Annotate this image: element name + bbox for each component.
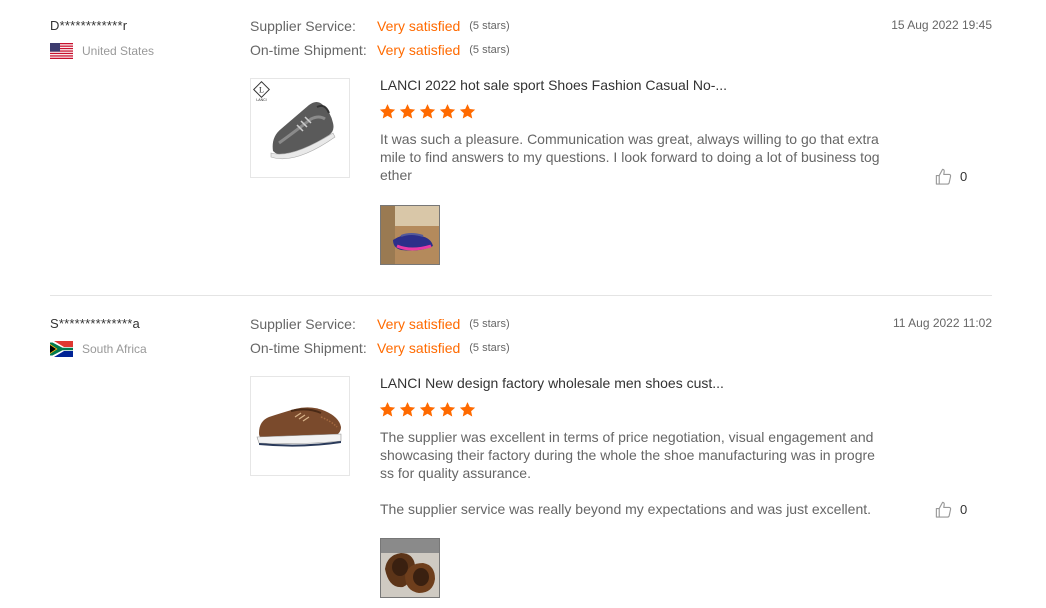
review-photo[interactable] [380,538,440,598]
star-icon [379,104,396,119]
star-icon [419,402,436,417]
rating-stars-text: (5 stars) [469,44,510,56]
star-rating [379,103,479,120]
star-icon [439,104,456,119]
review-paragraph: The supplier was excellent in terms of p… [380,429,875,481]
supplier-service-rating: Supplier Service: Very satisfied (5 star… [250,315,510,333]
review-text: It was such a pleasure. Communication wa… [380,130,880,184]
review-item: S**************a South Africa Supplier S… [0,298,1046,608]
thumbs-up-icon [935,168,952,185]
rating-value: Very satisfied [377,340,461,356]
like-count: 0 [960,502,968,517]
review-divider [50,295,992,296]
star-icon [399,104,416,119]
svg-text:LANCI: LANCI [256,98,266,102]
country-name: South Africa [82,342,147,356]
rating-label: On-time Shipment: [250,42,367,58]
star-icon [459,104,476,119]
us-flag-icon [50,43,73,59]
za-flag-icon [50,341,73,357]
rating-stars-text: (5 stars) [469,318,510,330]
review-paragraph: It was such a pleasure. Communication wa… [380,131,880,183]
like-button[interactable]: 0 [934,167,967,186]
product-title-link[interactable]: LANCI 2022 hot sale sport Shoes Fashion … [380,77,727,93]
supplier-service-rating: Supplier Service: Very satisfied (5 star… [250,17,510,35]
review-paragraph: The supplier service was really beyond m… [380,501,872,517]
rating-stars-text: (5 stars) [469,342,510,354]
star-icon [379,402,396,417]
reviewer-name: D************r [50,18,128,33]
review-photo[interactable] [380,205,440,265]
rating-label: Supplier Service: [250,18,356,34]
review-date: 11 Aug 2022 11:02 [893,316,992,330]
star-icon [439,402,456,417]
on-time-shipment-rating: On-time Shipment: Very satisfied (5 star… [250,41,510,59]
rating-value: Very satisfied [377,42,461,58]
rating-label: On-time Shipment: [250,340,367,356]
product-thumbnail[interactable]: L LANCI [250,78,350,178]
rating-value: Very satisfied [377,316,461,332]
review-text: The supplier was excellent in terms of p… [380,428,880,518]
star-icon [419,104,436,119]
rating-value: Very satisfied [377,18,461,34]
review-date: 15 Aug 2022 19:45 [891,18,992,32]
brogue-shoe-image [251,377,349,475]
review-item: D************r United States Supplier Se… [0,0,1046,296]
reviewer-country: South Africa [50,341,147,357]
like-button[interactable]: 0 [934,500,967,519]
star-rating [379,401,479,418]
thumbs-up-icon [935,501,952,518]
svg-text:L: L [259,86,264,95]
review-photo-image [381,539,439,597]
star-icon [399,402,416,417]
reviewer-name: S**************a [50,316,140,331]
sneaker-image: L LANCI [251,79,349,177]
rating-stars-text: (5 stars) [469,20,510,32]
star-icon [459,402,476,417]
like-count: 0 [960,169,968,184]
rating-label: Supplier Service: [250,316,356,332]
review-photo-image [381,206,439,264]
reviewer-country: United States [50,43,154,59]
product-thumbnail[interactable] [250,376,350,476]
country-name: United States [82,44,155,58]
product-title-link[interactable]: LANCI New design factory wholesale men s… [380,375,724,391]
on-time-shipment-rating: On-time Shipment: Very satisfied (5 star… [250,339,510,357]
